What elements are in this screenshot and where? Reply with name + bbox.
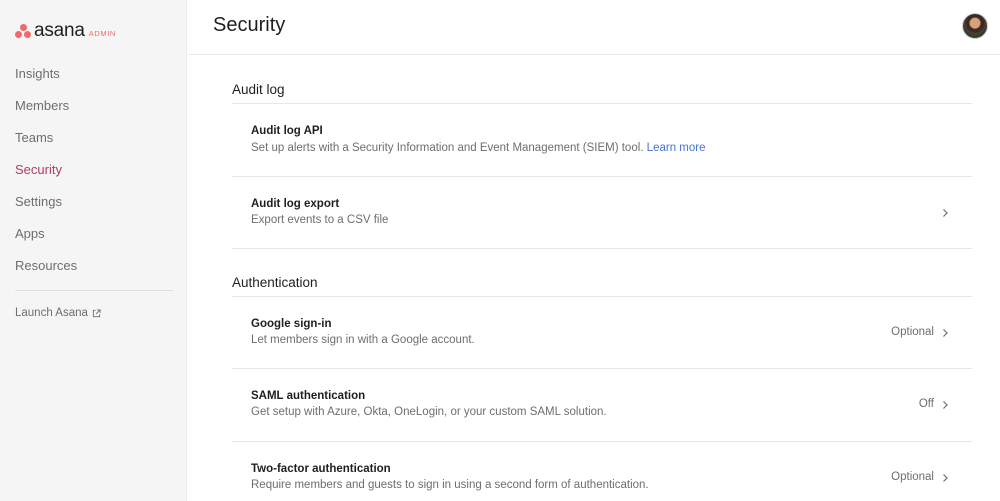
row-two-factor-authentication[interactable]: Two-factor authentication Require member…: [232, 442, 972, 501]
row-description: Require members and guests to sign in us…: [251, 479, 649, 491]
sidebar-item-resources[interactable]: Resources: [0, 254, 187, 286]
row-title: Google sign-in: [251, 318, 332, 330]
status-value: Off: [918, 398, 934, 410]
header-divider: [188, 54, 1000, 55]
sidebar-divider: [15, 290, 173, 291]
launch-asana-link[interactable]: Launch Asana: [15, 307, 101, 319]
sidebar: asana ADMIN Insights Members Teams Secur…: [0, 0, 187, 501]
chevron-right-icon: [943, 209, 948, 217]
status-value: Optional: [891, 471, 934, 483]
row-google-sign-in[interactable]: Google sign-in Let members sign in with …: [232, 297, 972, 368]
row-audit-log-export[interactable]: Audit log export Export events to a CSV …: [232, 177, 972, 248]
page-title: Security: [213, 14, 286, 36]
sidebar-item-members[interactable]: Members: [0, 94, 187, 126]
section-title-authentication: Authentication: [232, 275, 318, 290]
sidebar-item-security[interactable]: Security: [0, 158, 187, 190]
sidebar-item-apps[interactable]: Apps: [0, 222, 187, 254]
launch-asana-label: Launch Asana: [15, 307, 88, 319]
sidebar-item-teams[interactable]: Teams: [0, 126, 187, 158]
row-divider: [232, 248, 972, 249]
row-description: Set up alerts with a Security Informatio…: [251, 142, 705, 154]
sidebar-item-settings[interactable]: Settings: [0, 190, 187, 222]
row-title: Two-factor authentication: [251, 463, 391, 475]
logo-wordmark: asana: [34, 20, 85, 41]
row-title: SAML authentication: [251, 390, 366, 402]
row-description: Get setup with Azure, Okta, OneLogin, or…: [251, 406, 607, 418]
status-value: Optional: [891, 326, 934, 338]
learn-more-link[interactable]: Learn more: [647, 142, 706, 154]
sidebar-nav: Insights Members Teams Security Settings…: [0, 62, 187, 286]
user-avatar[interactable]: [962, 13, 988, 39]
sidebar-item-insights[interactable]: Insights: [0, 62, 187, 94]
external-link-icon: [92, 308, 101, 317]
chevron-right-icon: [943, 474, 948, 482]
row-title: Audit log export: [251, 198, 340, 210]
row-description: Export events to a CSV file: [251, 214, 389, 226]
row-title: Audit log API: [251, 125, 323, 137]
chevron-right-icon: [943, 329, 948, 337]
asana-logo[interactable]: asana ADMIN: [15, 20, 116, 41]
admin-badge: ADMIN: [88, 29, 116, 38]
section-title-audit-log: Audit log: [232, 82, 285, 97]
chevron-right-icon: [943, 401, 948, 409]
asana-logo-icon: [15, 24, 31, 38]
row-description: Let members sign in with a Google accoun…: [251, 334, 475, 346]
row-description-text: Set up alerts with a Security Informatio…: [251, 142, 644, 154]
row-audit-log-api[interactable]: Audit log API Set up alerts with a Secur…: [232, 104, 972, 176]
row-saml-authentication[interactable]: SAML authentication Get setup with Azure…: [232, 369, 972, 441]
